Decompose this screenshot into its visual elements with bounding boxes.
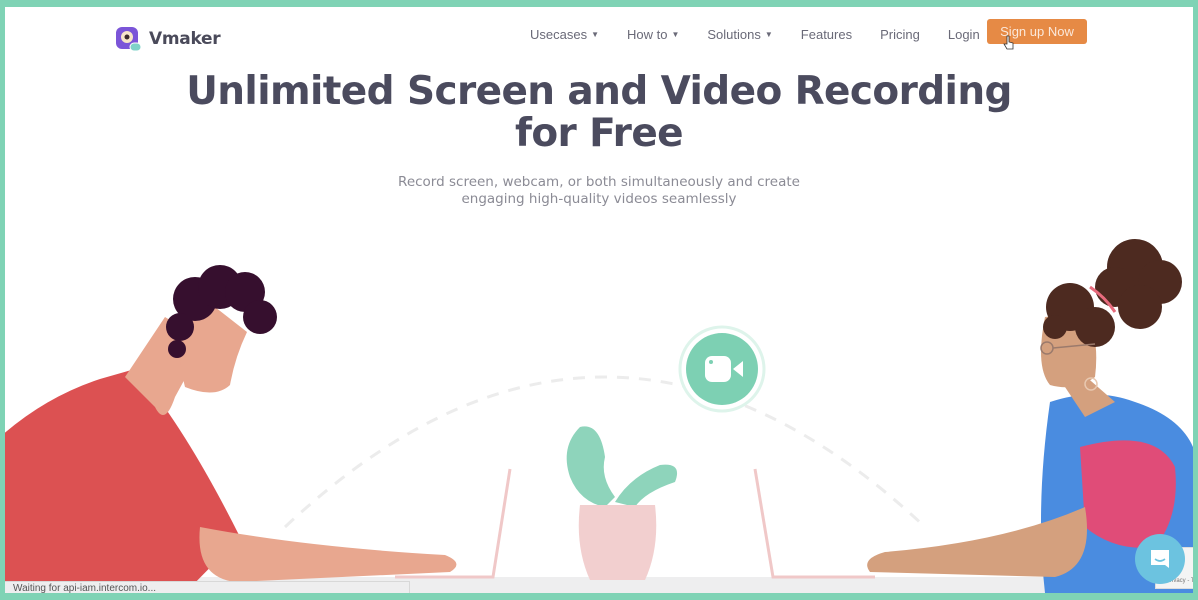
nav-how-to[interactable]: How to ▼ [627,23,679,45]
man-figure [5,265,457,593]
browser-viewport: Vmaker Usecases ▼ How to ▼ Solutions ▼ F… [5,7,1193,593]
nav-pricing[interactable]: Pricing [880,23,920,45]
nav-usecases-label: Usecases [530,26,588,42]
browser-status-bar: Waiting for api-iam.intercom.io... [5,581,410,593]
right-laptop [753,468,875,579]
chevron-down-icon: ▼ [591,29,599,39]
nav-solutions[interactable]: Solutions ▼ [707,23,772,45]
chevron-down-icon: ▼ [764,29,773,39]
sign-up-button[interactable]: Sign up Now [987,19,1087,44]
hero-title: Unlimited Screen and Video Recording for… [5,71,1193,155]
nav-solutions-label: Solutions [707,26,761,42]
top-nav: Usecases ▼ How to ▼ Solutions ▼ Features… [530,23,1008,45]
nav-usecases[interactable]: Usecases ▼ [530,23,599,45]
vmaker-logo[interactable]: Vmaker [113,24,221,54]
chevron-down-icon: ▼ [671,29,680,39]
chat-bubble-icon [1151,550,1169,568]
hand-cursor-icon [1003,35,1014,50]
nav-how-to-label: How to [627,26,668,42]
video-camera-badge [678,325,766,413]
hero-title-line-2: for Free [514,111,684,156]
nav-features[interactable]: Features [801,23,852,45]
nav-login[interactable]: Login [948,23,980,45]
video-camera-icon [705,356,731,382]
intercom-chat-button[interactable] [1135,534,1185,584]
potted-plant [566,426,678,580]
brand-name: Vmaker [149,29,221,49]
hero-title-line-1: Unlimited Screen and Video Recording [186,69,1012,114]
vmaker-logo-icon [116,27,142,52]
hero-subtitle-line-2: engaging high-quality videos seamlessly [461,191,737,207]
hero-subtitle-line-1: Record screen, webcam, or both simultane… [398,174,800,190]
hero-subtitle: Record screen, webcam, or both simultane… [5,174,1193,208]
